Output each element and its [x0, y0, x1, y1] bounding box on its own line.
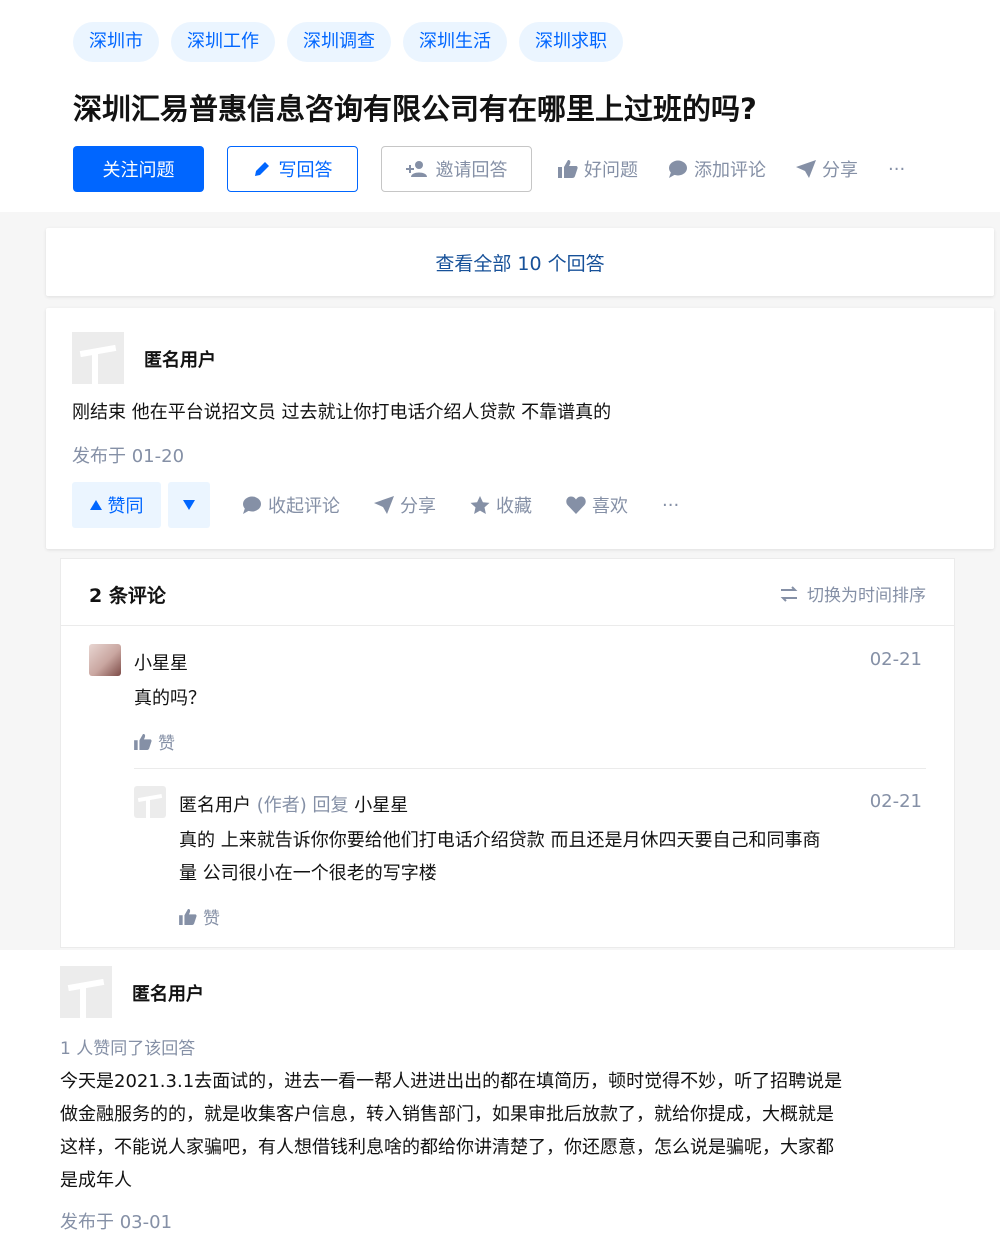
topic-tag[interactable]: 深圳市 [73, 22, 159, 62]
vote-up-label: 赞同 [107, 496, 144, 517]
vote-down-button[interactable] [168, 482, 210, 528]
collect-label: 收藏 [496, 496, 532, 517]
collect-button[interactable]: 收藏 [470, 492, 532, 518]
view-all-answers-link[interactable]: 查看全部 10 个回答 [46, 228, 994, 296]
add-comment-button[interactable]: 添加评论 [668, 156, 766, 182]
answer-text-line: 是成年人 [60, 1170, 132, 1191]
invite-answer-button[interactable]: 邀请回答 [381, 146, 532, 192]
author-name[interactable]: 匿名用户 [144, 346, 216, 372]
topic-tag[interactable]: 深圳调查 [287, 22, 391, 62]
author-name[interactable]: 匿名用户 [132, 980, 204, 1006]
write-answer-label: 写回答 [278, 160, 333, 181]
triangle-down-icon [183, 500, 195, 510]
collapse-comments-button[interactable]: 收起评论 [242, 492, 340, 518]
view-all-answers-label: 查看全部 10 个回答 [435, 252, 605, 275]
answer-card: 匿名用户 刚结束 他在平台说招文员 过去就让你打电话介绍人贷款 不靠谱真的 发布… [46, 308, 994, 549]
answer-date[interactable]: 发布于 01-20 [72, 442, 184, 468]
comments-panel: 2 条评论 切换为时间排序 小星星 02-21 真的吗？ 赞 匿名用户 (作者)… [60, 558, 955, 948]
question-secondary-actions: 好问题 添加评论 分享 ··· [558, 156, 905, 182]
comment-text-line: 真的 上来就告诉你你要给他们打电话介绍贷款 而且还是月休四天要自己和同事商 [179, 830, 821, 851]
reply-to-name[interactable]: 小星星 [354, 795, 408, 816]
answer-card: 匿名用户 1 人赞同了该回答 今天是2021.3.1去面试的，进去一看一帮人进进… [0, 950, 1000, 1257]
add-user-icon [405, 160, 428, 178]
sort-toggle-label: 切换为时间排序 [807, 586, 926, 606]
triangle-up-icon [89, 500, 102, 510]
comment-date: 02-21 [869, 791, 922, 812]
comment-text: 真的吗？ [134, 688, 206, 709]
write-answer-button[interactable]: 写回答 [227, 146, 358, 192]
commenter-name[interactable]: 小星星 [134, 649, 188, 675]
answer-secondary-actions: 收起评论 分享 收藏 喜欢 ··· [242, 492, 679, 518]
share-button[interactable]: 分享 [796, 156, 858, 182]
question-title: 深圳汇易普惠信息咨询有限公司有在哪里上过班的吗? [73, 92, 757, 126]
avatar[interactable] [60, 966, 112, 1018]
topic-tags: 深圳市 深圳工作 深圳调查 深圳生活 深圳求职 [73, 22, 623, 62]
comment-like-label: 赞 [203, 909, 220, 929]
invite-answer-label: 邀请回答 [435, 160, 508, 181]
good-question-label: 好问题 [584, 160, 638, 181]
avatar[interactable] [89, 644, 121, 676]
avatar[interactable] [72, 332, 124, 384]
reply-header: 匿名用户 (作者) 回复 小星星 [179, 791, 408, 817]
pencil-icon [253, 160, 271, 178]
collapse-comments-label: 收起评论 [268, 496, 340, 517]
author-tag: (作者) [256, 795, 307, 816]
more-label: ··· [888, 158, 906, 180]
comment-like-button[interactable]: 赞 [134, 729, 175, 754]
question-header: 深圳市 深圳工作 深圳调查 深圳生活 深圳求职 深圳汇易普惠信息咨询有限公司有在… [0, 0, 1000, 212]
like-label: 喜欢 [592, 496, 628, 517]
answer-text-line: 做金融服务的的，就是收集客户信息，转入销售部门，如果审批后放款了，就给你提成，大… [60, 1104, 834, 1125]
answer-text: 刚结束 他在平台说招文员 过去就让你打电话介绍人贷款 不靠谱真的 [72, 402, 612, 423]
answer-text-line: 今天是2021.3.1去面试的，进去一看一帮人进进出出的都在填简历，顿时觉得不妙… [60, 1071, 843, 1092]
add-comment-label: 添加评论 [694, 160, 766, 181]
comment-date: 02-21 [869, 649, 922, 670]
vote-count: 1 人赞同了该回答 [60, 1039, 196, 1059]
comments-header: 2 条评论 切换为时间排序 [61, 559, 954, 626]
comments-count: 2 条评论 [89, 585, 166, 607]
more-label: ··· [662, 494, 680, 516]
answer-action-bar: 赞同 收起评论 分享 收藏 喜欢 ··· [72, 482, 679, 528]
reply-word: 回复 [312, 795, 349, 816]
swap-arrows-icon [779, 585, 799, 602]
vote-up-button[interactable]: 赞同 [72, 482, 161, 528]
reply-divider [134, 768, 926, 769]
thumb-up-icon [179, 908, 197, 925]
avatar[interactable] [134, 786, 166, 818]
follow-question-button[interactable]: 关注问题 [73, 146, 204, 192]
answer-date[interactable]: 发布于 03-01 [60, 1208, 172, 1234]
comment-like-label: 赞 [158, 734, 175, 754]
more-button[interactable]: ··· [888, 159, 905, 180]
topic-tag[interactable]: 深圳工作 [171, 22, 275, 62]
commenter-name[interactable]: 匿名用户 [179, 795, 251, 816]
comment-bubble-icon [668, 160, 688, 178]
share-button[interactable]: 分享 [374, 492, 436, 518]
share-label: 分享 [822, 160, 858, 181]
topic-tag[interactable]: 深圳生活 [403, 22, 507, 62]
sort-toggle-button[interactable]: 切换为时间排序 [779, 581, 926, 606]
comment-text-line: 量 公司很小在一个很老的写字楼 [179, 863, 437, 884]
thumb-up-icon [134, 733, 152, 750]
thumb-up-icon [558, 160, 578, 178]
heart-icon [566, 496, 586, 514]
answer-text-line: 这样，不能说人家骗吧，有人想借钱利息啥的都给你讲清楚了，你还愿意，怎么说是骗呢，… [60, 1137, 834, 1158]
good-question-button[interactable]: 好问题 [558, 156, 638, 182]
like-button[interactable]: 喜欢 [566, 492, 628, 518]
comment-like-button[interactable]: 赞 [179, 904, 220, 929]
share-label: 分享 [400, 496, 436, 517]
question-actions: 关注问题 写回答 邀请回答 好问题 添加评论 分享 ··· [73, 146, 905, 192]
comment-bubble-icon [242, 496, 262, 514]
share-plane-icon [374, 496, 394, 514]
topic-tag[interactable]: 深圳求职 [519, 22, 623, 62]
follow-question-label: 关注问题 [102, 160, 175, 181]
share-plane-icon [796, 160, 816, 178]
star-icon [470, 495, 490, 515]
more-button[interactable]: ··· [662, 495, 679, 516]
